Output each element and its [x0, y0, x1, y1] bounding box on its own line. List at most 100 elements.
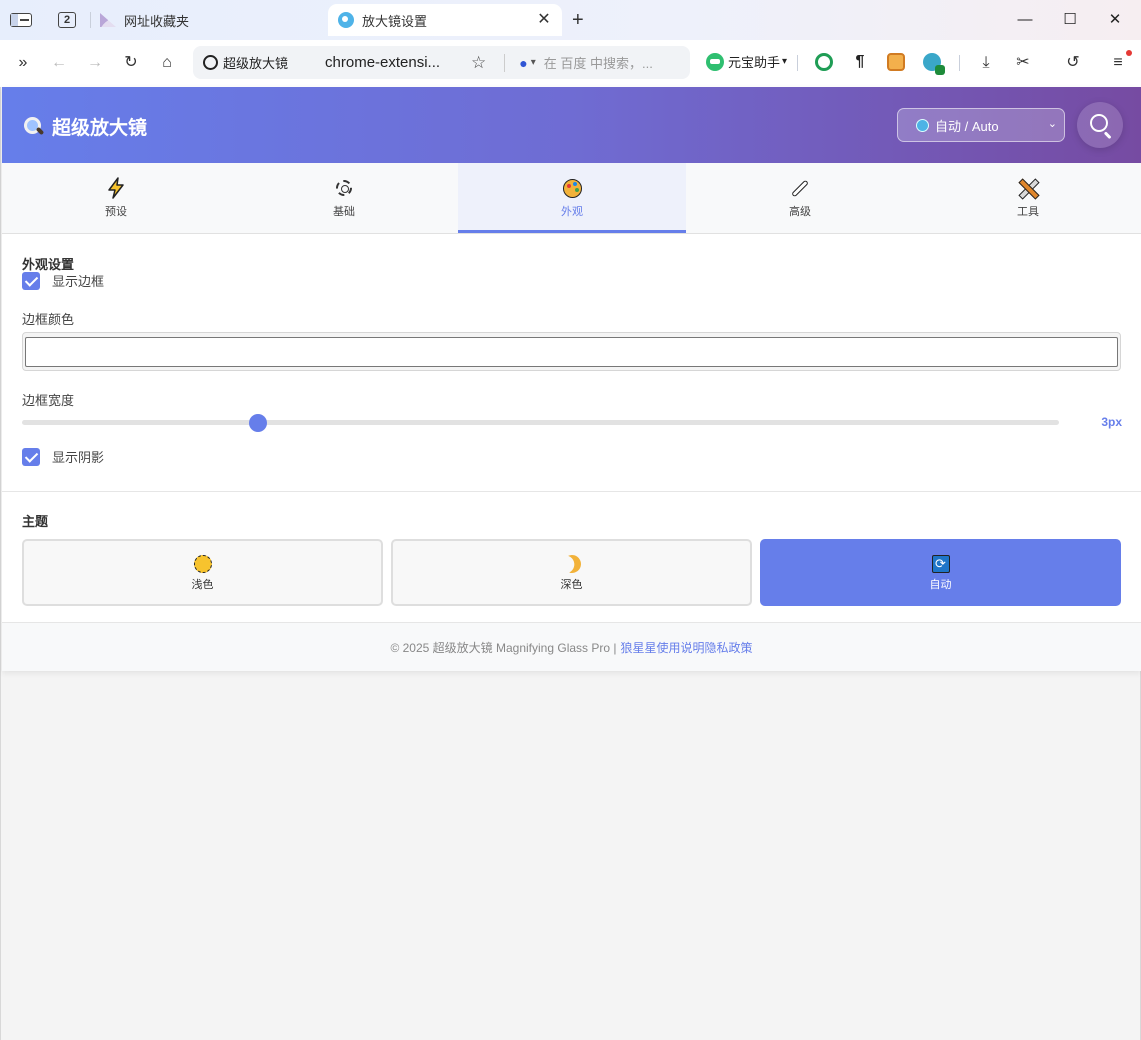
back-icon[interactable]: ←	[48, 52, 70, 74]
theme-auto-button[interactable]: ⟳ 自动	[760, 539, 1121, 606]
moon-icon	[561, 553, 583, 575]
close-window-button[interactable]: ✕	[1103, 8, 1127, 32]
reload-icon[interactable]: ↻	[120, 52, 142, 74]
toolbar-separator	[797, 55, 798, 71]
history-icon[interactable]: ↺	[1062, 52, 1084, 74]
new-tab-button[interactable]: +	[572, 4, 592, 36]
tab-label: 工具	[1017, 206, 1039, 218]
border-width-label: 边框宽度	[22, 393, 75, 408]
scissors-icon[interactable]: ✂	[1012, 52, 1034, 74]
magnifier-toggle-button[interactable]	[1077, 102, 1123, 148]
tab-presets[interactable]: 预设	[2, 163, 230, 233]
home-icon[interactable]: ⌂	[156, 52, 178, 74]
chevron-down-icon: ⌄	[1047, 118, 1057, 130]
bookmarks-favicon-icon	[100, 13, 116, 27]
border-width-slider[interactable]	[22, 414, 1059, 432]
bookmark-star-icon[interactable]: ☆	[471, 53, 486, 73]
tab-label: 高级	[789, 206, 811, 218]
extension-orange-icon[interactable]	[887, 53, 905, 71]
chevron-down-icon[interactable]: ▾	[531, 57, 536, 68]
tools-icon	[1016, 176, 1040, 200]
chevron-down-icon: ▾	[782, 56, 788, 67]
border-color-label: 边框颜色	[22, 312, 75, 327]
tab-bookmarks[interactable]: 网址收藏夹	[100, 4, 189, 36]
toolbar-separator	[959, 55, 960, 71]
minimize-button[interactable]: —	[1013, 8, 1037, 32]
theme-label: 自动	[929, 579, 952, 591]
app-header: 超级放大镜 自动 / Auto ⌄	[2, 87, 1141, 163]
search-input[interactable]: 在 百度 中搜索，...	[544, 53, 664, 72]
show-shadow-checkbox[interactable]: 显示阴影	[22, 447, 104, 466]
magnifier-icon	[24, 117, 43, 136]
sun-icon	[192, 553, 214, 575]
tab-label: 基础	[333, 206, 355, 218]
tab-advanced[interactable]: 高级	[686, 163, 914, 233]
download-icon[interactable]: ⤓	[975, 52, 997, 74]
page-background: 超级放大镜 自动 / Auto ⌄ 预设 基础 外观 高级 工具 外观设置 显示…	[0, 87, 1141, 1040]
sync-icon: ⟳	[930, 553, 952, 575]
magnifier-favicon-icon	[338, 12, 354, 28]
baidu-paw-icon[interactable]: ●	[519, 55, 527, 71]
forward-icon[interactable]: →	[84, 52, 106, 74]
language-select[interactable]: 自动 / Auto ⌄	[897, 108, 1065, 142]
url-text[interactable]: chrome-extensi...	[325, 54, 447, 71]
site-icon	[203, 55, 218, 70]
tab-label: 外观	[561, 206, 583, 218]
app-title: 超级放大镜	[24, 113, 147, 140]
tab-title: 放大镜设置	[362, 13, 428, 29]
tab-count-badge[interactable]: 2	[58, 12, 76, 28]
globe-icon	[916, 118, 929, 132]
show-border-checkbox[interactable]: 显示边框	[22, 271, 104, 290]
footer-copyright: © 2025 超级放大镜 Magnifying Glass Pro |	[390, 640, 617, 655]
section-divider	[2, 491, 1141, 492]
assistant-logo-icon	[706, 52, 724, 71]
language-selected: 自动 / Auto	[935, 118, 999, 134]
assistant-label: 元宝助手	[728, 55, 781, 70]
assistant-button[interactable]: 元宝助手 ▾	[706, 52, 787, 71]
footer-link-author[interactable]: 狼星星	[621, 639, 657, 656]
sidebar-toggle-icon[interactable]	[8, 9, 34, 31]
theme-label: 浅色	[191, 579, 214, 591]
browser-tab-bar: 2 网址收藏夹 放大镜设置 ✕ + — ☐ ✕	[0, 0, 1141, 40]
border-width-value: 3px	[1101, 415, 1122, 429]
site-name: 超级放大镜	[223, 56, 289, 71]
menu-icon[interactable]: ≡	[1107, 52, 1129, 74]
wrench-icon	[788, 176, 812, 200]
palette-icon	[560, 176, 584, 200]
checkbox-checked-icon[interactable]	[22, 271, 40, 290]
footer: © 2025 超级放大镜 Magnifying Glass Pro | 狼星星 …	[2, 622, 1141, 671]
border-color-input[interactable]	[25, 337, 1118, 367]
theme-section-title: 主题	[22, 514, 49, 529]
browser-toolbar: » ← → ↻ ⌂ 超级放大镜 chrome-extensi... ☆ ● ▾ …	[0, 40, 1141, 87]
checkbox-label: 显示边框	[52, 274, 105, 289]
address-bar[interactable]: 超级放大镜 chrome-extensi... ☆ ● ▾ 在 百度 中搜索，.…	[193, 46, 690, 79]
tab-appearance[interactable]: 外观	[458, 163, 686, 233]
tab-separator	[90, 12, 91, 28]
theme-label: 深色	[560, 579, 583, 591]
checkbox-checked-icon[interactable]	[22, 447, 40, 466]
address-divider	[504, 53, 506, 72]
settings-panel: 超级放大镜 自动 / Auto ⌄ 预设 基础 外观 高级 工具 外观设置 显示…	[2, 87, 1141, 671]
tab-basic[interactable]: 基础	[230, 163, 458, 233]
extension-green-icon[interactable]	[815, 53, 833, 71]
extension-magnifier-icon[interactable]	[923, 53, 945, 75]
footer-link-privacy[interactable]: 隐私政策	[705, 639, 753, 656]
tab-title: 网址收藏夹	[124, 13, 190, 29]
theme-dark-button[interactable]: 深色	[391, 539, 752, 606]
tab-magnifier-settings[interactable]: 放大镜设置 ✕	[328, 4, 562, 36]
tab-label: 预设	[105, 206, 127, 218]
maximize-button[interactable]: ☐	[1058, 8, 1082, 32]
border-color-field	[22, 332, 1121, 371]
app-title-text: 超级放大镜	[52, 118, 148, 139]
notification-dot	[1126, 50, 1132, 56]
checkbox-label: 显示阴影	[52, 450, 105, 465]
expand-sidebar-icon[interactable]: »	[12, 52, 34, 74]
lightning-icon	[104, 176, 128, 200]
tab-tools[interactable]: 工具	[914, 163, 1141, 233]
extension-pilcrow-icon[interactable]: ¶	[851, 53, 869, 71]
theme-light-button[interactable]: 浅色	[22, 539, 383, 606]
slider-thumb[interactable]	[249, 414, 268, 432]
gear-icon	[332, 176, 356, 200]
footer-link-guide[interactable]: 使用说明	[657, 639, 705, 656]
close-tab-icon[interactable]: ✕	[534, 10, 554, 30]
